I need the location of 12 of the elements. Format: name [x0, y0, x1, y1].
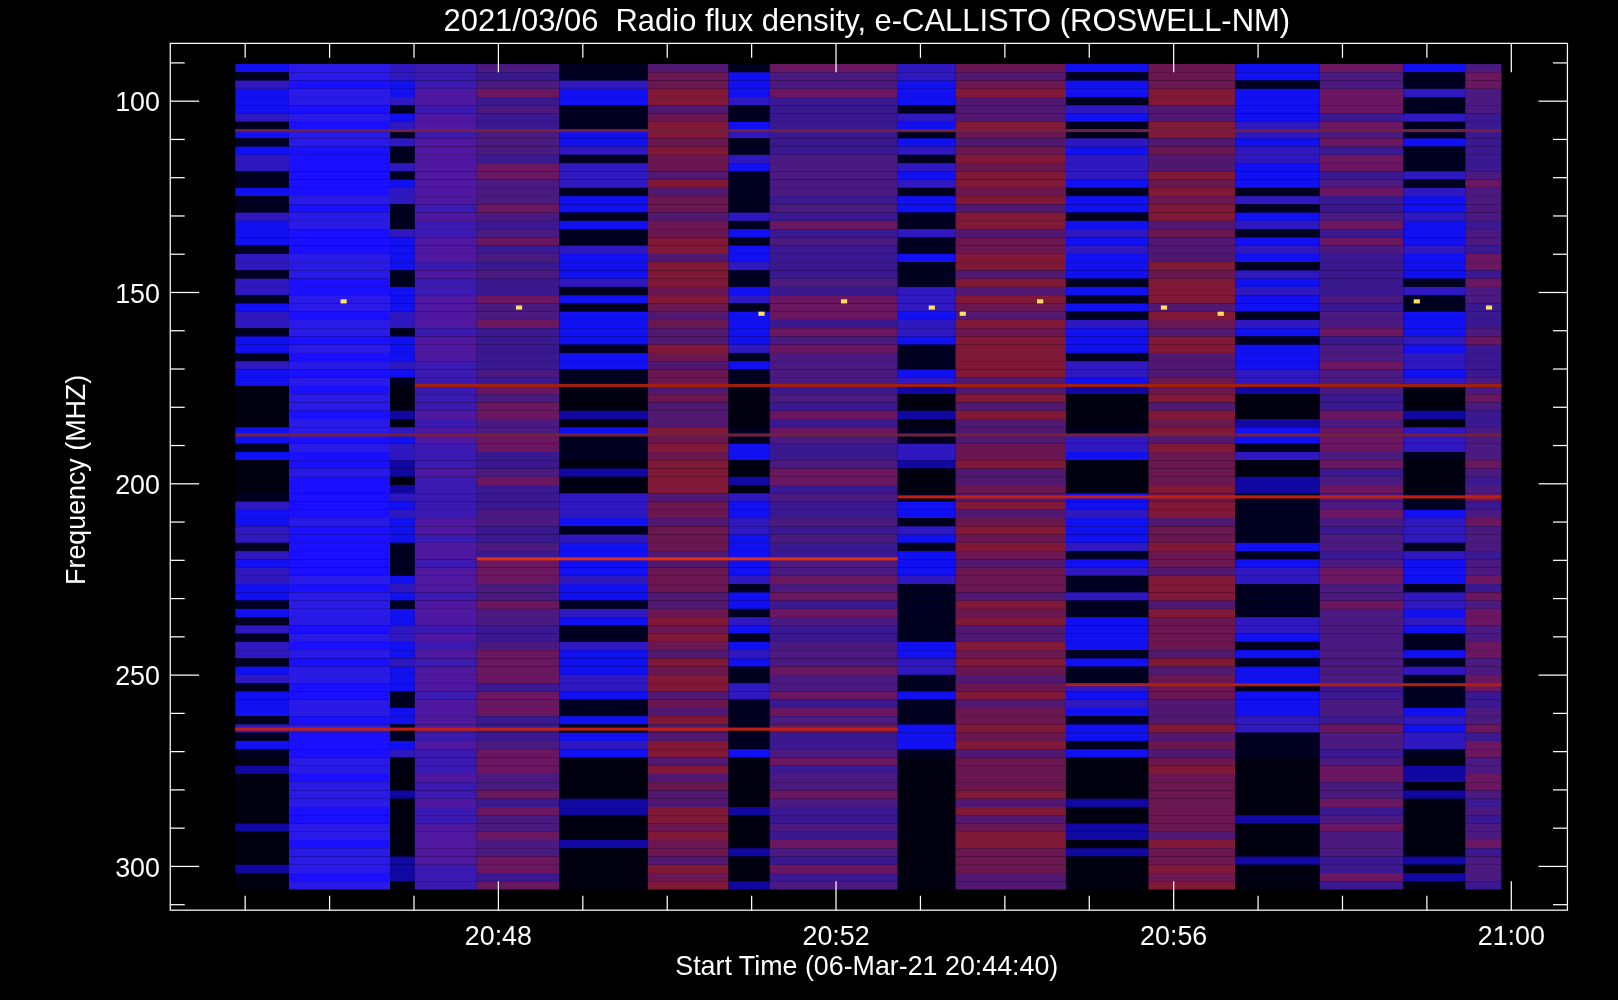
x-tick-label: 21:00: [1477, 921, 1545, 952]
y-tick-label: 200: [115, 470, 160, 501]
y-tick-label: 250: [115, 661, 160, 692]
x-tick-label: 20:52: [802, 921, 870, 952]
chart-title: 2021/03/06 Radio flux density, e-CALLISTO (ROSWELL-NM): [443, 3, 1291, 38]
y-tick-label: 150: [115, 278, 160, 309]
x-axis-label: Start Time (06-Mar-21 20:44:40): [675, 951, 1059, 982]
x-tick-label: 20:56: [1140, 921, 1208, 952]
x-tick-label: 20:48: [464, 921, 532, 952]
y-axis-label: Frequency (MHZ): [60, 374, 91, 585]
y-tick-label: 100: [115, 87, 160, 118]
y-tick-label: 300: [115, 852, 160, 883]
